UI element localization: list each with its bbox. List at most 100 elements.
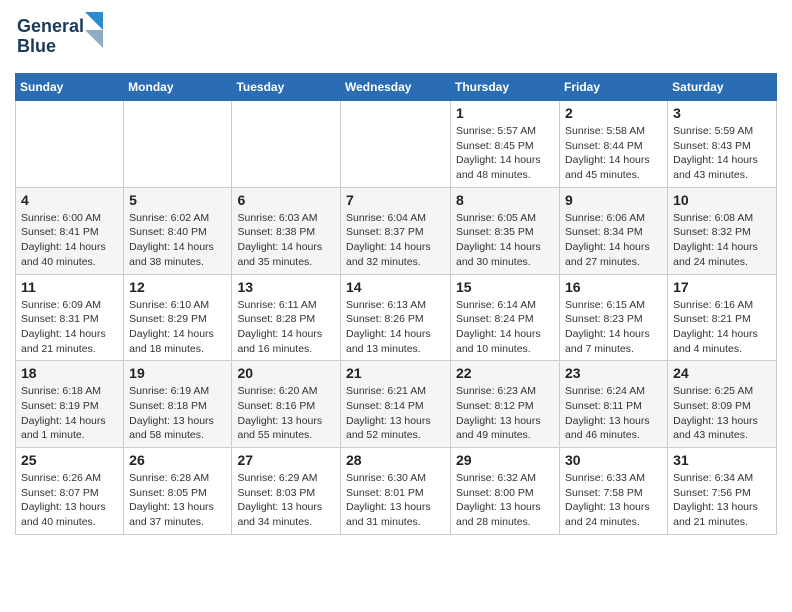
- calendar-cell: 30 Sunrise: 6:33 AM Sunset: 7:58 PM Dayli…: [560, 448, 668, 535]
- day-number: 12: [129, 279, 226, 295]
- calendar-cell: [232, 101, 341, 188]
- calendar-cell: 18Sunrise: 6:18 AM Sunset: 8:19 PM Dayli…: [16, 361, 124, 448]
- day-number: 30: [565, 452, 662, 468]
- day-info: Sunrise: 5:57 AM Sunset: 8:45 PM Dayligh…: [456, 124, 554, 183]
- day-number: 8: [456, 192, 554, 208]
- day-number: 26: [129, 452, 226, 468]
- day-number: 3: [673, 105, 771, 121]
- calendar-cell: 27Sunrise: 6:29 AM Sunset: 8:03 PM Dayli…: [232, 448, 341, 535]
- day-number: 27: [237, 452, 335, 468]
- calendar-cell: 11 Sunrise: 6:09 AM Sunset: 8:31 PM Dayli…: [16, 274, 124, 361]
- day-info: Sunrise: 6:21 AM Sunset: 8:14 PM Dayligh…: [346, 384, 445, 443]
- day-info: Sunrise: 6:25 AM Sunset: 8:09 PM Dayligh…: [673, 384, 771, 443]
- calendar-cell: 9 Sunrise: 6:06 AM Sunset: 8:34 PM Daylig…: [560, 187, 668, 274]
- day-number: 9: [565, 192, 662, 208]
- calendar-cell: 16 Sunrise: 6:15 AM Sunset: 8:23 PM Dayli…: [560, 274, 668, 361]
- day-header-thursday: Thursday: [451, 74, 560, 101]
- day-number: 24: [673, 365, 771, 381]
- day-info: Sunrise: 6:06 AM Sunset: 8:34 PM Dayligh…: [565, 211, 662, 270]
- calendar-table: SundayMondayTuesdayWednesdayThursdayFrid…: [15, 73, 777, 535]
- calendar-cell: 5Sunrise: 6:02 AM Sunset: 8:40 PM Daylig…: [124, 187, 232, 274]
- day-info: Sunrise: 6:08 AM Sunset: 8:32 PM Dayligh…: [673, 211, 771, 270]
- day-info: Sunrise: 6:18 AM Sunset: 8:19 PM Dayligh…: [21, 384, 118, 443]
- week-row-4: 18Sunrise: 6:18 AM Sunset: 8:19 PM Dayli…: [16, 361, 777, 448]
- week-row-2: 4 Sunrise: 6:00 AM Sunset: 8:41 PM Daylig…: [16, 187, 777, 274]
- calendar-cell: 31Sunrise: 6:34 AM Sunset: 7:56 PM Dayli…: [668, 448, 777, 535]
- calendar-cell: 26 Sunrise: 6:28 AM Sunset: 8:05 PM Dayli…: [124, 448, 232, 535]
- calendar-cell: 15Sunrise: 6:14 AM Sunset: 8:24 PM Dayli…: [451, 274, 560, 361]
- calendar-cell: [124, 101, 232, 188]
- calendar-cell: 25 Sunrise: 6:26 AM Sunset: 8:07 PM Dayli…: [16, 448, 124, 535]
- week-row-5: 25 Sunrise: 6:26 AM Sunset: 8:07 PM Dayli…: [16, 448, 777, 535]
- day-header-wednesday: Wednesday: [341, 74, 451, 101]
- calendar-cell: 8Sunrise: 6:05 AM Sunset: 8:35 PM Daylig…: [451, 187, 560, 274]
- day-number: 10: [673, 192, 771, 208]
- calendar-cell: [341, 101, 451, 188]
- calendar-cell: 1 Sunrise: 5:57 AM Sunset: 8:45 PM Daylig…: [451, 101, 560, 188]
- week-row-3: 11 Sunrise: 6:09 AM Sunset: 8:31 PM Dayli…: [16, 274, 777, 361]
- calendar-cell: 17 Sunrise: 6:16 AM Sunset: 8:21 PM Dayli…: [668, 274, 777, 361]
- day-info: Sunrise: 6:13 AM Sunset: 8:26 PM Dayligh…: [346, 298, 445, 357]
- calendar-cell: 23 Sunrise: 6:24 AM Sunset: 8:11 PM Dayli…: [560, 361, 668, 448]
- calendar-cell: 12Sunrise: 6:10 AM Sunset: 8:29 PM Dayli…: [124, 274, 232, 361]
- day-info: Sunrise: 6:09 AM Sunset: 8:31 PM Dayligh…: [21, 298, 118, 357]
- day-info: Sunrise: 5:59 AM Sunset: 8:43 PM Dayligh…: [673, 124, 771, 183]
- logo: General Blue: [15, 10, 105, 65]
- day-info: Sunrise: 6:34 AM Sunset: 7:56 PM Dayligh…: [673, 471, 771, 530]
- day-number: 17: [673, 279, 771, 295]
- day-number: 25: [21, 452, 118, 468]
- day-number: 20: [237, 365, 335, 381]
- day-info: Sunrise: 6:16 AM Sunset: 8:21 PM Dayligh…: [673, 298, 771, 357]
- day-header-saturday: Saturday: [668, 74, 777, 101]
- day-info: Sunrise: 6:04 AM Sunset: 8:37 PM Dayligh…: [346, 211, 445, 270]
- day-number: 13: [237, 279, 335, 295]
- day-header-friday: Friday: [560, 74, 668, 101]
- svg-text:General: General: [17, 16, 84, 36]
- day-info: Sunrise: 6:24 AM Sunset: 8:11 PM Dayligh…: [565, 384, 662, 443]
- calendar-cell: 13 Sunrise: 6:11 AM Sunset: 8:28 PM Dayli…: [232, 274, 341, 361]
- header-row: SundayMondayTuesdayWednesdayThursdayFrid…: [16, 74, 777, 101]
- day-info: Sunrise: 6:11 AM Sunset: 8:28 PM Dayligh…: [237, 298, 335, 357]
- header: General Blue: [15, 10, 777, 65]
- calendar-cell: 20 Sunrise: 6:20 AM Sunset: 8:16 PM Dayli…: [232, 361, 341, 448]
- calendar-cell: 28 Sunrise: 6:30 AM Sunset: 8:01 PM Dayli…: [341, 448, 451, 535]
- calendar-cell: 29 Sunrise: 6:32 AM Sunset: 8:00 PM Dayli…: [451, 448, 560, 535]
- day-info: Sunrise: 6:28 AM Sunset: 8:05 PM Dayligh…: [129, 471, 226, 530]
- day-info: Sunrise: 6:03 AM Sunset: 8:38 PM Dayligh…: [237, 211, 335, 270]
- calendar-cell: 7 Sunrise: 6:04 AM Sunset: 8:37 PM Daylig…: [341, 187, 451, 274]
- day-info: Sunrise: 6:26 AM Sunset: 8:07 PM Dayligh…: [21, 471, 118, 530]
- calendar-cell: 10 Sunrise: 6:08 AM Sunset: 8:32 PM Dayli…: [668, 187, 777, 274]
- day-number: 7: [346, 192, 445, 208]
- svg-text:Blue: Blue: [17, 36, 56, 56]
- day-info: Sunrise: 6:33 AM Sunset: 7:58 PM Dayligh…: [565, 471, 662, 530]
- day-number: 11: [21, 279, 118, 295]
- day-info: Sunrise: 6:20 AM Sunset: 8:16 PM Dayligh…: [237, 384, 335, 443]
- day-header-tuesday: Tuesday: [232, 74, 341, 101]
- day-info: Sunrise: 6:32 AM Sunset: 8:00 PM Dayligh…: [456, 471, 554, 530]
- calendar-cell: 14 Sunrise: 6:13 AM Sunset: 8:26 PM Dayli…: [341, 274, 451, 361]
- day-number: 28: [346, 452, 445, 468]
- day-info: Sunrise: 6:00 AM Sunset: 8:41 PM Dayligh…: [21, 211, 118, 270]
- calendar-cell: [16, 101, 124, 188]
- day-number: 29: [456, 452, 554, 468]
- day-header-monday: Monday: [124, 74, 232, 101]
- day-number: 14: [346, 279, 445, 295]
- calendar-cell: 2Sunrise: 5:58 AM Sunset: 8:44 PM Daylig…: [560, 101, 668, 188]
- day-number: 4: [21, 192, 118, 208]
- day-number: 1: [456, 105, 554, 121]
- calendar-cell: 6 Sunrise: 6:03 AM Sunset: 8:38 PM Daylig…: [232, 187, 341, 274]
- day-info: Sunrise: 6:14 AM Sunset: 8:24 PM Dayligh…: [456, 298, 554, 357]
- day-number: 6: [237, 192, 335, 208]
- day-number: 16: [565, 279, 662, 295]
- day-info: Sunrise: 6:23 AM Sunset: 8:12 PM Dayligh…: [456, 384, 554, 443]
- day-number: 22: [456, 365, 554, 381]
- calendar-cell: 24 Sunrise: 6:25 AM Sunset: 8:09 PM Dayli…: [668, 361, 777, 448]
- day-info: Sunrise: 6:02 AM Sunset: 8:40 PM Dayligh…: [129, 211, 226, 270]
- calendar-cell: 21Sunrise: 6:21 AM Sunset: 8:14 PM Dayli…: [341, 361, 451, 448]
- day-number: 23: [565, 365, 662, 381]
- day-info: Sunrise: 6:15 AM Sunset: 8:23 PM Dayligh…: [565, 298, 662, 357]
- calendar-cell: 22 Sunrise: 6:23 AM Sunset: 8:12 PM Dayli…: [451, 361, 560, 448]
- day-header-sunday: Sunday: [16, 74, 124, 101]
- day-info: Sunrise: 6:30 AM Sunset: 8:01 PM Dayligh…: [346, 471, 445, 530]
- day-info: Sunrise: 6:19 AM Sunset: 8:18 PM Dayligh…: [129, 384, 226, 443]
